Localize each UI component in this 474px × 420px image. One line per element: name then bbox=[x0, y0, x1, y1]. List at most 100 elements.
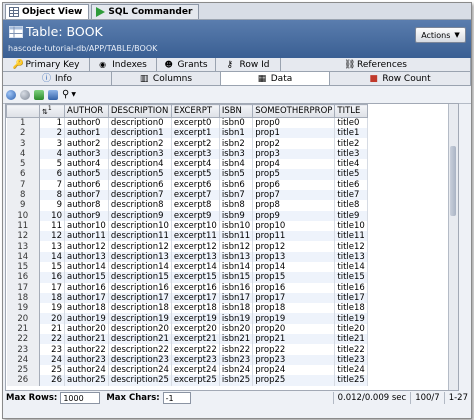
cell-id[interactable]: 19 bbox=[39, 303, 65, 314]
cell-excerpt[interactable]: excerpt18 bbox=[171, 303, 220, 314]
cell-excerpt[interactable]: excerpt3 bbox=[171, 148, 220, 160]
cell-isbn[interactable]: isbn13 bbox=[219, 251, 254, 262]
row-number[interactable]: 19 bbox=[6, 303, 40, 314]
cell-description[interactable]: description9 bbox=[108, 210, 172, 221]
row-number[interactable]: 10 bbox=[6, 210, 40, 221]
cell-title[interactable]: title12 bbox=[334, 241, 368, 252]
cell-description[interactable]: description4 bbox=[108, 159, 172, 170]
table-row[interactable]: 10 10 author9 description9 excerpt9 isbn9 prop… bbox=[6, 210, 368, 221]
cell-author[interactable]: author14 bbox=[64, 261, 109, 273]
cell-author[interactable]: author19 bbox=[64, 313, 109, 324]
cell-description[interactable]: description0 bbox=[108, 117, 172, 129]
row-number[interactable]: 1 bbox=[6, 117, 40, 129]
cell-description[interactable]: description12 bbox=[108, 241, 172, 252]
export-icon[interactable] bbox=[48, 89, 58, 100]
table-row[interactable]: 21 21 author20 description20 excerpt20 isbn20… bbox=[6, 323, 368, 335]
table-row[interactable]: 26 26 author25 description25 excerpt25 isbn25… bbox=[6, 375, 368, 386]
cell-id[interactable]: 9 bbox=[39, 200, 65, 211]
cell-excerpt[interactable]: excerpt17 bbox=[171, 292, 220, 304]
cell-description[interactable]: description10 bbox=[108, 220, 172, 232]
cell-title[interactable]: title0 bbox=[334, 117, 368, 129]
cell-author[interactable]: author0 bbox=[64, 117, 109, 129]
cell-description[interactable]: description18 bbox=[108, 303, 172, 314]
cell-author[interactable]: author4 bbox=[64, 159, 109, 170]
cell-description[interactable]: description19 bbox=[108, 313, 172, 324]
cell-id[interactable]: 15 bbox=[39, 261, 65, 273]
cell-author[interactable]: author16 bbox=[64, 282, 109, 293]
cell-id[interactable]: 3 bbox=[39, 138, 65, 149]
cell-id[interactable]: 4 bbox=[39, 148, 65, 160]
cell-author[interactable]: author11 bbox=[64, 231, 109, 242]
row-number[interactable]: 15 bbox=[6, 261, 40, 273]
cell-excerpt[interactable]: excerpt10 bbox=[171, 220, 220, 232]
table-row[interactable]: 24 24 author23 description23 excerpt23 isbn23… bbox=[6, 354, 368, 365]
cell-isbn[interactable]: isbn6 bbox=[219, 179, 254, 190]
row-number[interactable]: 2 bbox=[6, 128, 40, 139]
cell-id[interactable]: 24 bbox=[39, 354, 65, 365]
cell-someotherprop[interactable]: prop12 bbox=[252, 241, 336, 252]
cell-id[interactable]: 16 bbox=[39, 272, 65, 283]
table-row[interactable]: 4 4 author3 description3 excerpt3 isbn3 prop3 t… bbox=[6, 148, 368, 160]
cell-author[interactable]: author7 bbox=[64, 189, 109, 201]
cell-id[interactable]: 7 bbox=[39, 179, 65, 190]
cell-description[interactable]: description6 bbox=[108, 179, 172, 190]
row-number[interactable]: 18 bbox=[6, 292, 40, 304]
cell-author[interactable]: author9 bbox=[64, 210, 109, 221]
cell-author[interactable]: author21 bbox=[64, 334, 109, 345]
cell-author[interactable]: author13 bbox=[64, 251, 109, 262]
cell-someotherprop[interactable]: prop9 bbox=[252, 210, 336, 221]
table-row[interactable]: 15 15 author14 description14 excerpt14 isbn14… bbox=[6, 261, 368, 273]
cell-description[interactable]: description20 bbox=[108, 323, 172, 335]
cell-description[interactable]: description16 bbox=[108, 282, 172, 293]
cell-id[interactable]: 18 bbox=[39, 292, 65, 304]
cell-someotherprop[interactable]: prop20 bbox=[252, 323, 336, 335]
column-header-someotherprop[interactable]: SOMEOTHERPROP bbox=[252, 104, 336, 118]
cell-someotherprop[interactable]: prop18 bbox=[252, 303, 336, 314]
cell-someotherprop[interactable]: prop2 bbox=[252, 138, 336, 149]
cell-isbn[interactable]: isbn19 bbox=[219, 313, 254, 324]
cell-excerpt[interactable]: excerpt4 bbox=[171, 159, 220, 170]
cell-excerpt[interactable]: excerpt12 bbox=[171, 241, 220, 252]
tab-indexes[interactable]: ◉ Indexes bbox=[90, 58, 157, 71]
cell-someotherprop[interactable]: prop7 bbox=[252, 189, 336, 201]
cell-id[interactable]: 26 bbox=[39, 375, 65, 386]
cell-isbn[interactable]: isbn23 bbox=[219, 354, 254, 365]
vertical-scrollbar[interactable] bbox=[448, 104, 458, 390]
cell-isbn[interactable]: isbn20 bbox=[219, 323, 254, 335]
cell-someotherprop[interactable]: prop21 bbox=[252, 334, 336, 345]
cell-excerpt[interactable]: excerpt6 bbox=[171, 179, 220, 190]
cell-someotherprop[interactable]: prop0 bbox=[252, 117, 336, 129]
table-row[interactable]: 9 9 author8 description8 excerpt8 isbn8 prop8 t… bbox=[6, 200, 368, 211]
cell-isbn[interactable]: isbn7 bbox=[219, 189, 254, 201]
scrollbar-thumb[interactable] bbox=[450, 146, 456, 216]
cell-isbn[interactable]: isbn5 bbox=[219, 169, 254, 180]
cell-title[interactable]: title2 bbox=[334, 138, 368, 149]
cell-description[interactable]: description8 bbox=[108, 200, 172, 211]
cell-excerpt[interactable]: excerpt25 bbox=[171, 375, 220, 386]
cell-isbn[interactable]: isbn16 bbox=[219, 282, 254, 293]
cell-someotherprop[interactable]: prop17 bbox=[252, 292, 336, 304]
cell-someotherprop[interactable]: prop8 bbox=[252, 200, 336, 211]
cell-excerpt[interactable]: excerpt7 bbox=[171, 189, 220, 201]
cell-excerpt[interactable]: excerpt21 bbox=[171, 334, 220, 345]
cell-isbn[interactable]: isbn22 bbox=[219, 344, 254, 355]
table-row[interactable]: 17 17 author16 description16 excerpt16 isbn16… bbox=[6, 282, 368, 293]
cell-id[interactable]: 5 bbox=[39, 159, 65, 170]
row-number[interactable]: 14 bbox=[6, 251, 40, 262]
cell-id[interactable]: 6 bbox=[39, 169, 65, 180]
cell-author[interactable]: author3 bbox=[64, 148, 109, 160]
row-number[interactable]: 17 bbox=[6, 282, 40, 293]
stop-icon[interactable] bbox=[20, 89, 30, 100]
row-number[interactable]: 5 bbox=[6, 159, 40, 170]
row-number[interactable]: 13 bbox=[6, 241, 40, 252]
cell-id[interactable]: 2 bbox=[39, 128, 65, 139]
cell-author[interactable]: author12 bbox=[64, 241, 109, 252]
cell-isbn[interactable]: isbn0 bbox=[219, 117, 254, 129]
cell-excerpt[interactable]: excerpt13 bbox=[171, 251, 220, 262]
cell-id[interactable]: 13 bbox=[39, 241, 65, 252]
table-row[interactable]: 16 16 author15 description15 excerpt15 isbn15… bbox=[6, 272, 368, 283]
cell-excerpt[interactable]: excerpt15 bbox=[171, 272, 220, 283]
table-row[interactable]: 5 5 author4 description4 excerpt4 isbn4 prop4 t… bbox=[6, 159, 368, 170]
cell-title[interactable]: title5 bbox=[334, 169, 368, 180]
row-number[interactable]: 16 bbox=[6, 272, 40, 283]
